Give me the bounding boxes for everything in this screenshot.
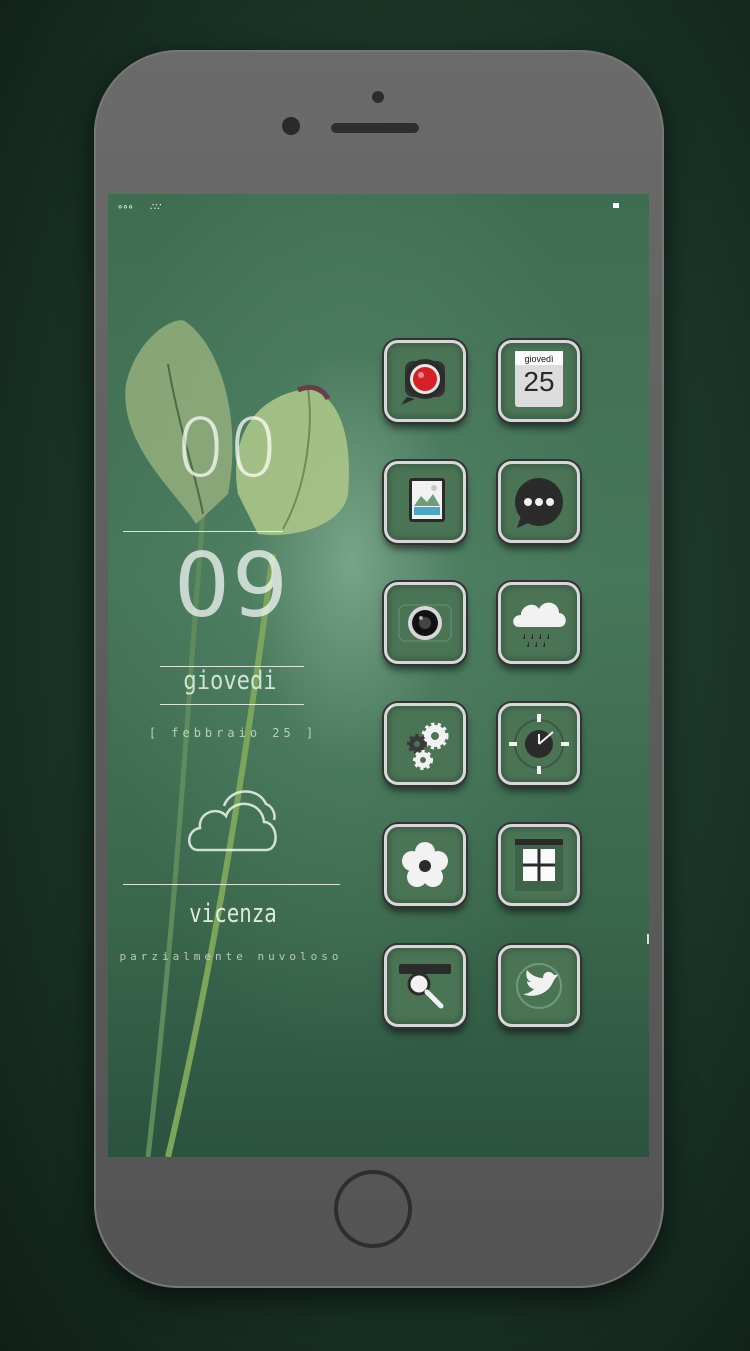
- carrier-icon: ∴∵: [150, 202, 162, 213]
- front-camera: [282, 117, 300, 135]
- photos-app-icon[interactable]: [384, 461, 466, 543]
- video-recorder-app-icon[interactable]: [384, 340, 466, 422]
- home-button[interactable]: [334, 1170, 412, 1248]
- record-icon: [401, 359, 445, 405]
- divider-line: [123, 884, 340, 885]
- earpiece-speaker: [331, 123, 419, 133]
- bird-icon: [516, 963, 562, 1009]
- cloud-icon: [188, 790, 277, 852]
- messages-app-icon[interactable]: [498, 461, 580, 543]
- signal-icon: ∘∘∘: [117, 202, 134, 213]
- weather-condition: parzialmente nuvoloso: [119, 950, 343, 963]
- magnifier-icon: [399, 964, 451, 1009]
- city-label: vicenza: [189, 899, 277, 929]
- camera-icon: [398, 604, 452, 642]
- clock-icon: [509, 714, 569, 774]
- clock-hour: 00: [175, 402, 281, 495]
- search-app-icon[interactable]: [384, 945, 466, 1027]
- photo-icon: [409, 478, 445, 522]
- divider-line: [123, 531, 283, 532]
- window-icon: [515, 839, 563, 891]
- clock-minute: 09: [174, 534, 290, 637]
- settings-app-icon[interactable]: [384, 703, 466, 785]
- flower-app-icon[interactable]: [384, 824, 466, 906]
- calendar-day-label: giovedì: [517, 354, 561, 365]
- flower-icon: [402, 842, 448, 887]
- gears-icon: [407, 722, 449, 770]
- divider-line: [160, 704, 304, 705]
- clock-app-icon[interactable]: [498, 703, 580, 785]
- chat-bubble-icon: [515, 478, 563, 528]
- camera-app-icon[interactable]: [384, 582, 466, 664]
- weekday-label: giovedi: [183, 666, 277, 696]
- calendar-date-number: 25: [523, 366, 555, 397]
- battery-icon: [613, 203, 619, 208]
- status-bar: ∘∘∘ ∴∵: [108, 194, 649, 222]
- date-label: [ febbraio 25 ]: [148, 726, 318, 740]
- calendar-app-icon[interactable]: giovedì 25: [498, 340, 580, 422]
- proximity-sensor: [372, 91, 384, 103]
- window-app-icon[interactable]: [498, 824, 580, 906]
- weather-app-icon[interactable]: [498, 582, 580, 664]
- page-indicator: [647, 934, 649, 944]
- twitter-app-icon[interactable]: [498, 945, 580, 1027]
- rain-cloud-icon: [513, 602, 566, 647]
- home-screen: ∘∘∘ ∴∵ 00 09 giovedi [ febbraio 25 ] vic…: [108, 194, 649, 1157]
